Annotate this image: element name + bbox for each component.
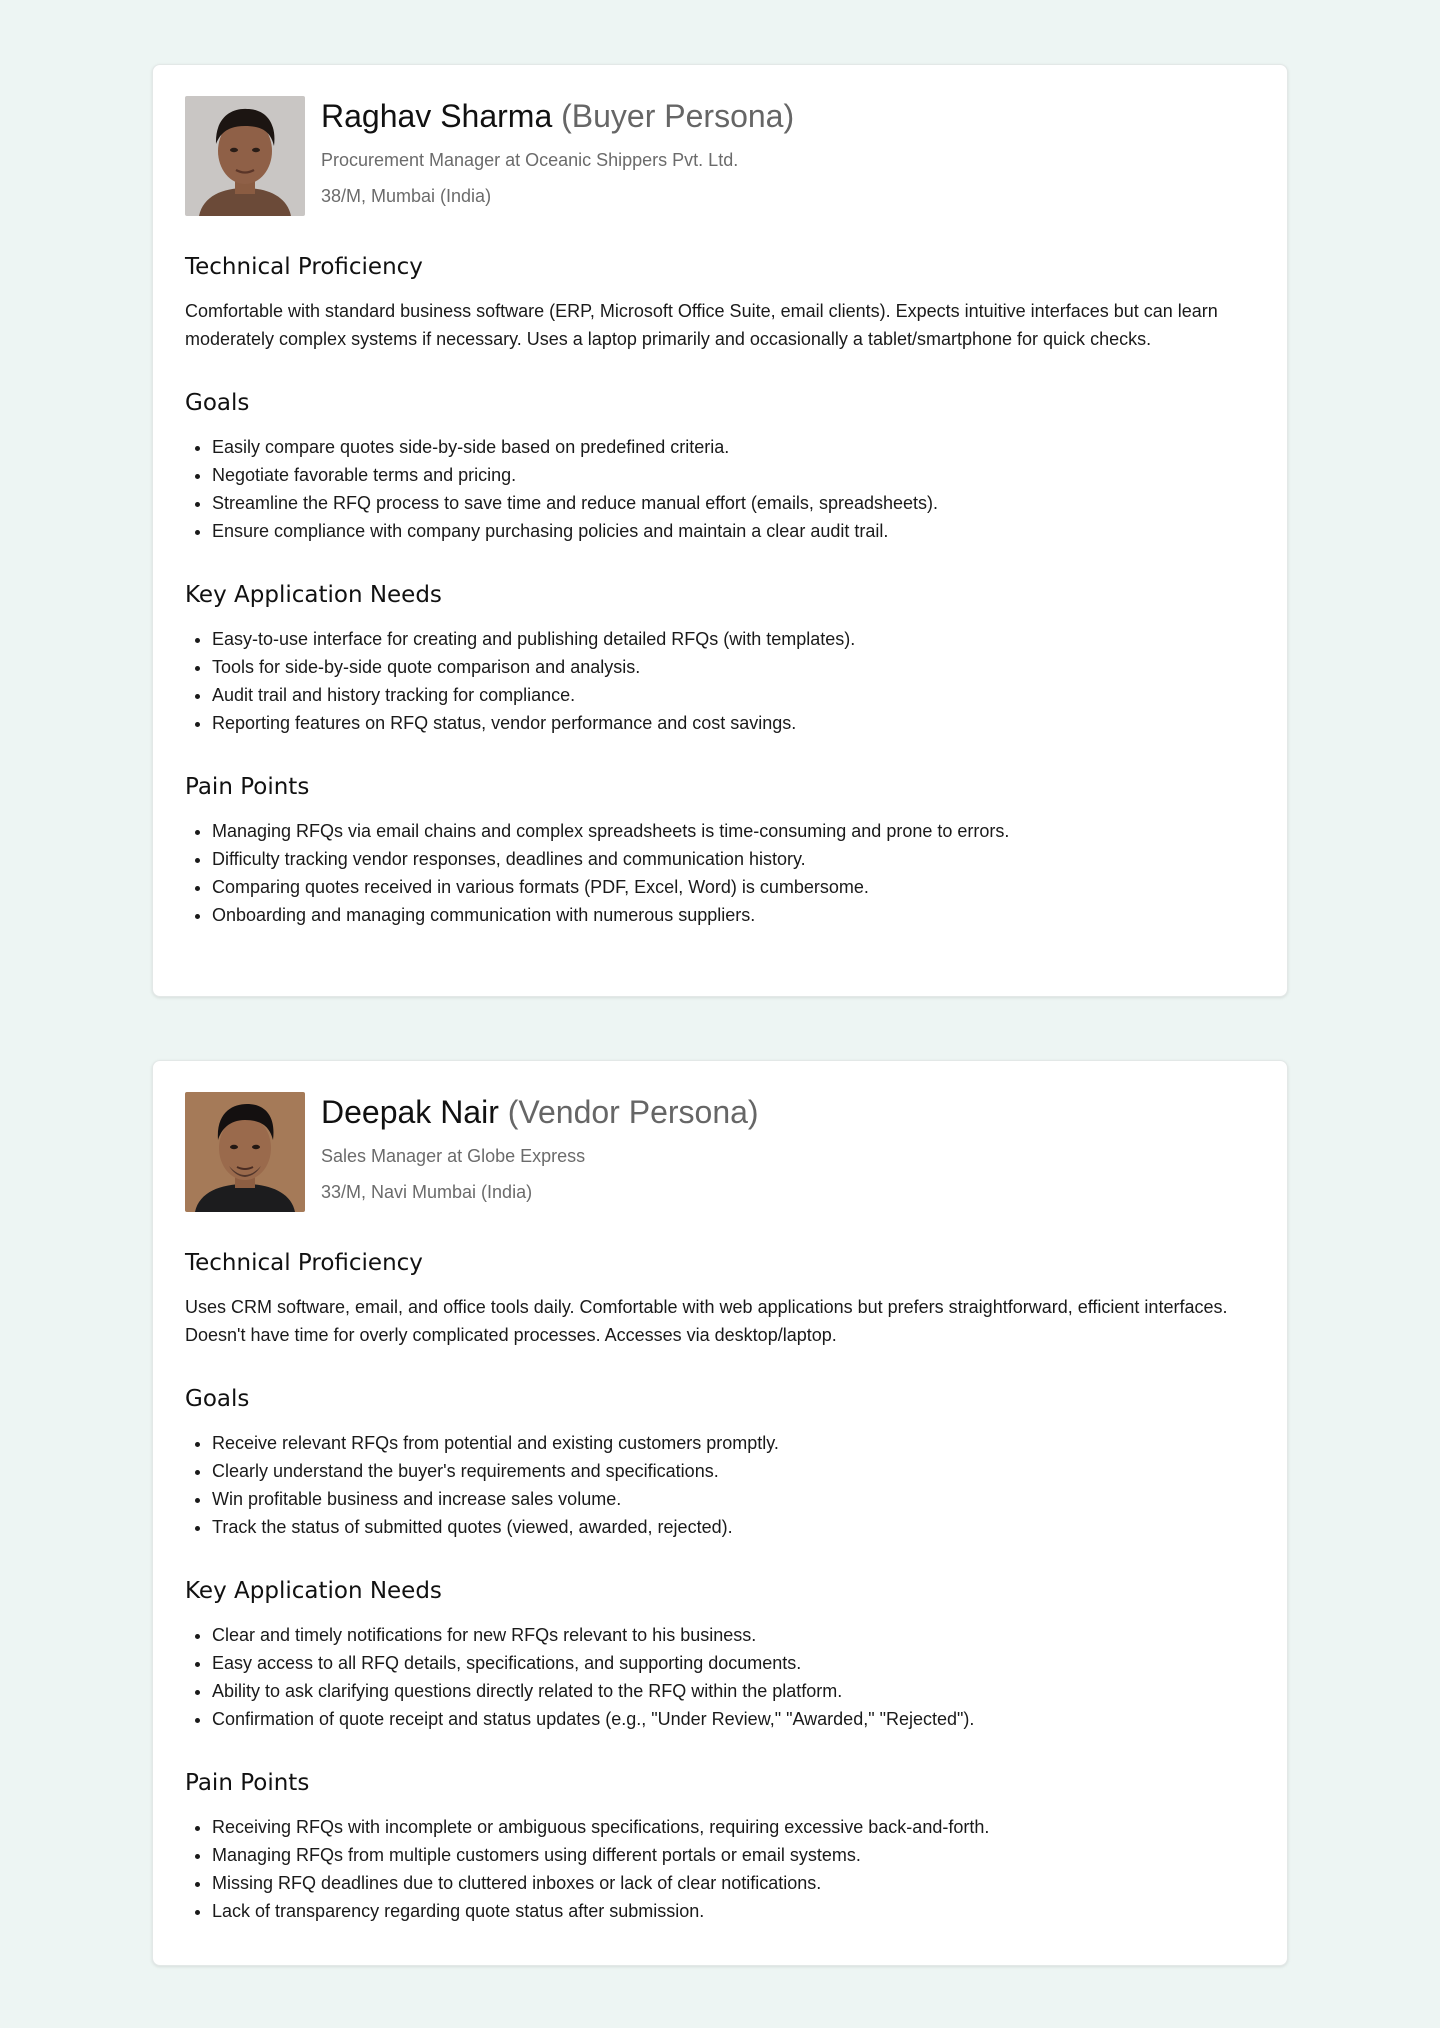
section-heading: Key Application Needs: [185, 582, 442, 608]
persona-location: 38/M, Mumbai (India): [321, 186, 492, 206]
section-goals: Goals Easily compare quotes side-by-side…: [185, 388, 1255, 545]
list-item: Negotiate favorable terms and pricing.: [212, 461, 1255, 489]
list-item: Easily compare quotes side-by-side based…: [212, 433, 1255, 461]
section-heading: Technical Proficiency: [185, 254, 423, 280]
goals-list: Easily compare quotes side-by-side based…: [185, 433, 1255, 545]
section-technical-proficiency: Technical Proficiency Uses CRM software,…: [185, 1248, 1255, 1349]
persona-header: Raghav Sharma (Buyer Persona) Procuremen…: [185, 96, 1255, 216]
persona-header: Deepak Nair (Vendor Persona) Sales Manag…: [185, 1092, 1255, 1212]
list-item: Managing RFQs from multiple customers us…: [212, 1841, 1255, 1869]
list-item: Win profitable business and increase sal…: [212, 1485, 1255, 1513]
section-heading: Pain Points: [185, 1770, 310, 1796]
section-goals: Goals Receive relevant RFQs from potenti…: [185, 1384, 1255, 1541]
list-item: Confirmation of quote receipt and status…: [212, 1705, 1255, 1733]
section-pain-points: Pain Points Receiving RFQs with incomple…: [185, 1768, 1255, 1925]
section-technical-proficiency: Technical Proficiency Comfortable with s…: [185, 252, 1255, 353]
avatar-photo: [185, 1092, 305, 1212]
needs-list: Easy-to-use interface for creating and p…: [185, 625, 1255, 737]
list-item: Track the status of submitted quotes (vi…: [212, 1513, 1255, 1541]
section-key-application-needs: Key Application Needs Clear and timely n…: [185, 1576, 1255, 1733]
pain-points-list: Managing RFQs via email chains and compl…: [185, 817, 1255, 929]
list-item: Onboarding and managing communication wi…: [212, 901, 1255, 929]
list-item: Clear and timely notifications for new R…: [212, 1621, 1255, 1649]
list-item: Easy access to all RFQ details, specific…: [212, 1649, 1255, 1677]
list-item: Easy-to-use interface for creating and p…: [212, 625, 1255, 653]
section-text: Uses CRM software, email, and office too…: [185, 1297, 1228, 1345]
list-item: Ensure compliance with company purchasin…: [212, 517, 1255, 545]
persona-role: Sales Manager at Globe Express: [321, 1146, 586, 1166]
persona-title: Deepak Nair (Vendor Persona): [321, 1092, 759, 1132]
list-item: Streamline the RFQ process to save time …: [212, 489, 1255, 517]
persona-type: (Vendor Persona): [507, 1094, 759, 1130]
list-item: Missing RFQ deadlines due to cluttered i…: [212, 1869, 1255, 1897]
persona-card-buyer: Raghav Sharma (Buyer Persona) Procuremen…: [152, 64, 1288, 997]
persona-identity: Raghav Sharma (Buyer Persona) Procuremen…: [321, 96, 794, 208]
persona-identity: Deepak Nair (Vendor Persona) Sales Manag…: [321, 1092, 759, 1204]
persona-type: (Buyer Persona): [561, 98, 795, 134]
persona-location: 33/M, Navi Mumbai (India): [321, 1182, 533, 1202]
pain-points-list: Receiving RFQs with incomplete or ambigu…: [185, 1813, 1255, 1925]
persona-card-vendor: Deepak Nair (Vendor Persona) Sales Manag…: [152, 1060, 1288, 1966]
section-text: Comfortable with standard business softw…: [185, 301, 1218, 349]
page: Raghav Sharma (Buyer Persona) Procuremen…: [0, 0, 1440, 2028]
section-heading: Goals: [185, 390, 250, 416]
section-heading: Key Application Needs: [185, 1578, 442, 1604]
section-heading: Goals: [185, 1386, 250, 1412]
needs-list: Clear and timely notifications for new R…: [185, 1621, 1255, 1733]
goals-list: Receive relevant RFQs from potential and…: [185, 1429, 1255, 1541]
section-heading: Technical Proficiency: [185, 1250, 423, 1276]
list-item: Comparing quotes received in various for…: [212, 873, 1255, 901]
persona-name: Deepak Nair: [321, 1094, 499, 1130]
list-item: Reporting features on RFQ status, vendor…: [212, 709, 1255, 737]
list-item: Ability to ask clarifying questions dire…: [212, 1677, 1255, 1705]
list-item: Receive relevant RFQs from potential and…: [212, 1429, 1255, 1457]
persona-title: Raghav Sharma (Buyer Persona): [321, 96, 794, 136]
section-key-application-needs: Key Application Needs Easy-to-use interf…: [185, 580, 1255, 737]
section-heading: Pain Points: [185, 774, 310, 800]
list-item: Managing RFQs via email chains and compl…: [212, 817, 1255, 845]
list-item: Audit trail and history tracking for com…: [212, 681, 1255, 709]
persona-role: Procurement Manager at Oceanic Shippers …: [321, 150, 739, 170]
list-item: Clearly understand the buyer's requireme…: [212, 1457, 1255, 1485]
avatar-photo: [185, 96, 305, 216]
persona-name: Raghav Sharma: [321, 98, 553, 134]
list-item: Lack of transparency regarding quote sta…: [212, 1897, 1255, 1925]
section-pain-points: Pain Points Managing RFQs via email chai…: [185, 772, 1255, 929]
list-item: Tools for side-by-side quote comparison …: [212, 653, 1255, 681]
list-item: Receiving RFQs with incomplete or ambigu…: [212, 1813, 1255, 1841]
list-item: Difficulty tracking vendor responses, de…: [212, 845, 1255, 873]
